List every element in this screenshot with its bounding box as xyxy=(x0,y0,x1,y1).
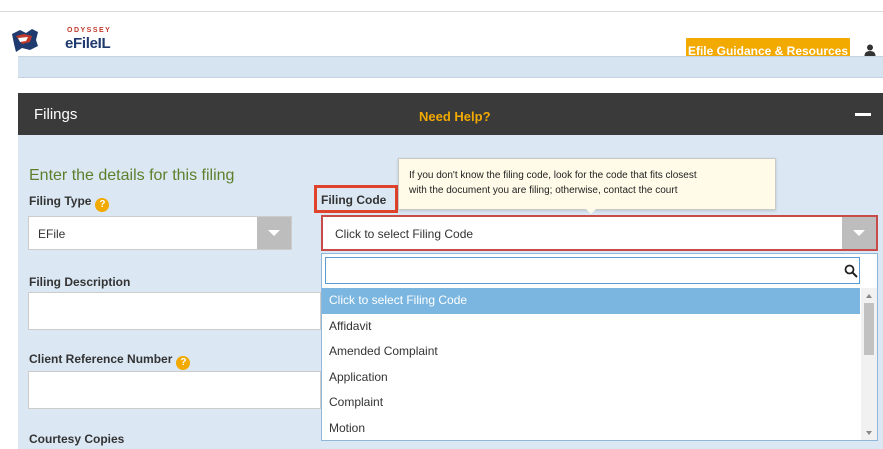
dropdown-scrollbar[interactable] xyxy=(861,288,877,440)
dropdown-option[interactable]: Amended Complaint xyxy=(322,339,860,365)
illinois-state-icon xyxy=(12,29,38,52)
filing-description-input[interactable] xyxy=(28,292,321,330)
dropdown-option[interactable]: Click to select Filing Code xyxy=(322,288,860,314)
filing-code-options: Click to select Filing Code Affidavit Amen… xyxy=(322,288,860,440)
filing-type-select[interactable]: EFile xyxy=(28,216,292,250)
filing-code-select[interactable]: Click to select Filing Code xyxy=(321,215,878,251)
tooltip-tail xyxy=(586,209,596,214)
subheader-bar xyxy=(18,56,883,78)
courtesy-copies-label: Courtesy Copies xyxy=(29,432,125,446)
dropdown-option[interactable]: Motion xyxy=(322,416,860,441)
dropdown-option[interactable]: Application xyxy=(322,365,860,391)
dropdown-option[interactable]: Affidavit xyxy=(322,314,860,340)
filing-code-search-input[interactable] xyxy=(330,262,830,280)
chevron-down-icon xyxy=(853,230,865,236)
collapse-button[interactable] xyxy=(843,93,883,135)
help-icon[interactable]: ? xyxy=(176,356,191,370)
panel-header: Filings Need Help? xyxy=(18,93,883,135)
filing-type-dropdown-button[interactable] xyxy=(257,217,291,249)
need-help-link[interactable]: Need Help? xyxy=(419,109,491,124)
search-icon[interactable] xyxy=(844,264,858,278)
chevron-down-icon xyxy=(268,230,280,236)
client-reference-label-text: Client Reference Number xyxy=(29,352,173,366)
tooltip-line-1: If you don't know the filing code, look … xyxy=(409,170,697,181)
client-reference-input[interactable] xyxy=(28,371,321,409)
scroll-up-icon[interactable] xyxy=(866,294,872,298)
scrollbar-thumb[interactable] xyxy=(864,303,874,355)
help-icon[interactable]: ? xyxy=(95,198,110,212)
minus-icon xyxy=(855,113,871,116)
filing-code-search xyxy=(325,257,860,284)
tooltip-line-2: with the document you are filing; otherw… xyxy=(409,185,678,196)
filing-description-label: Filing Description xyxy=(29,275,131,289)
filing-type-value: EFile xyxy=(38,227,66,241)
filing-code-dropdown: Click to select Filing Code Affidavit Amen… xyxy=(321,253,878,441)
filing-code-label: Filing Code xyxy=(321,193,387,207)
form-intro: Enter the details for this filing xyxy=(29,167,235,184)
filing-type-label: Filing Type? xyxy=(29,194,110,212)
filing-type-label-text: Filing Type xyxy=(29,194,92,208)
filing-code-tooltip: If you don't know the filing code, look … xyxy=(398,158,776,210)
scroll-down-icon[interactable] xyxy=(866,431,872,435)
filing-code-dropdown-button[interactable] xyxy=(842,217,876,249)
client-reference-label: Client Reference Number? xyxy=(29,352,191,370)
filing-code-value: Click to select Filing Code xyxy=(335,227,474,241)
logo-brand-text: ODYSSEY xyxy=(67,27,112,34)
user-icon[interactable] xyxy=(864,44,876,56)
panel-title: Filings xyxy=(34,106,78,123)
dropdown-option[interactable]: Complaint xyxy=(322,390,860,416)
logo-app-name: eFileIL xyxy=(65,35,111,52)
